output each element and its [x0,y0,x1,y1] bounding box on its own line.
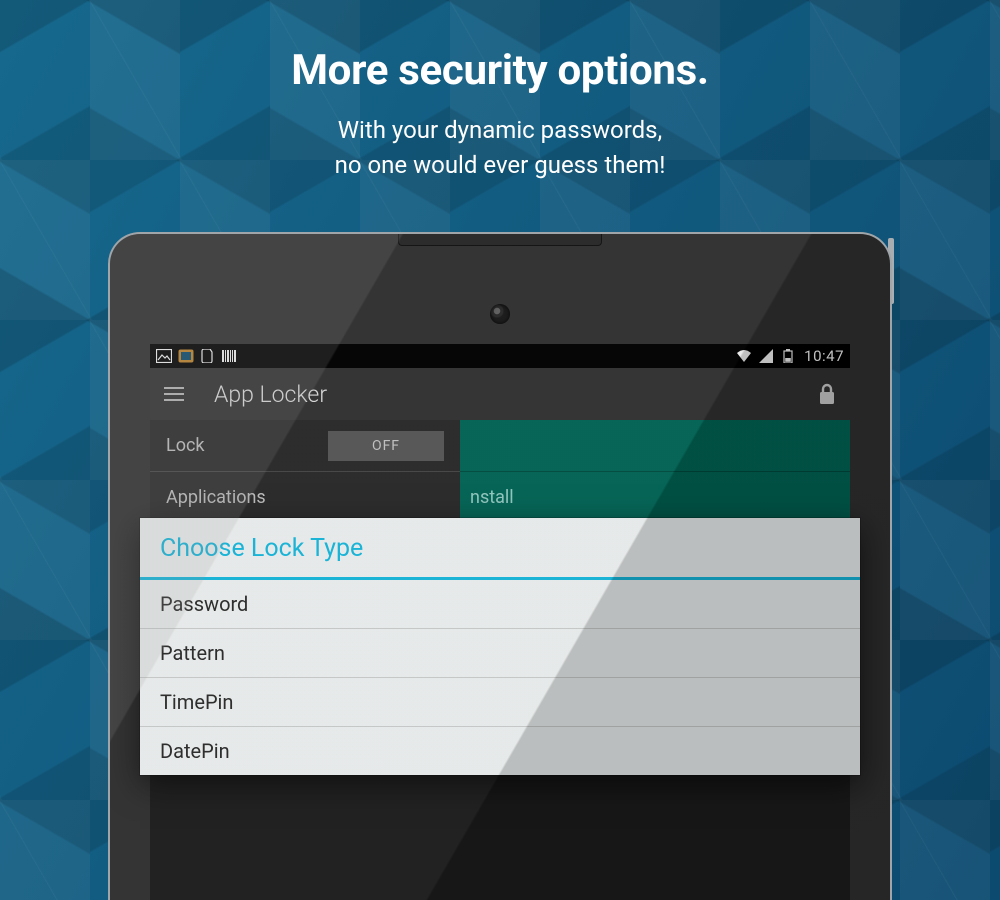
lock-toggle[interactable]: OFF [328,431,444,461]
right-row-install[interactable]: nstall [460,472,850,524]
lock-icon[interactable] [818,383,836,405]
status-bar-left-icons [156,349,238,363]
promo-subtitle: With your dynamic passwords, no one woul… [0,113,1000,183]
app-notification-icon [178,349,194,363]
status-bar-right-icons: 10:47 [736,347,844,365]
dialog-title: Choose Lock Type [140,518,860,580]
sidebar-item-applications[interactable]: Applications [150,472,460,524]
choose-lock-type-dialog: Choose Lock Type Password Pattern TimePi… [140,518,860,775]
lock-toggle-state: OFF [372,438,400,454]
sidebar-item-lock[interactable]: Lock OFF [150,420,460,472]
app-action-bar: App Locker [150,368,850,420]
sidebar-item-label: Lock [166,435,205,456]
sdcard-icon [200,349,216,363]
cell-signal-icon [758,349,774,363]
tablet-front-camera [490,304,510,324]
promo-title: More security options. [0,46,1000,95]
gallery-icon [156,349,172,363]
option-label: TimePin [160,690,233,714]
option-label: Password [160,592,248,616]
lock-type-option-datepin[interactable]: DatePin [140,727,860,775]
menu-icon[interactable] [164,387,184,401]
promo-subtitle-line1: With your dynamic passwords, [338,116,663,144]
app-title: App Locker [214,381,818,408]
tablet-frame: 10:47 App Locker Lock OFF [110,234,890,900]
wifi-icon [736,349,752,363]
lock-type-option-password[interactable]: Password [140,580,860,629]
lock-type-option-pattern[interactable]: Pattern [140,629,860,678]
tablet-speaker-slot [398,234,602,246]
lock-type-option-timepin[interactable]: TimePin [140,678,860,727]
android-status-bar: 10:47 [150,344,850,368]
option-label: DatePin [160,739,230,763]
barcode-icon [222,349,238,363]
promo-subtitle-line2: no one would ever guess them! [335,151,666,179]
right-row-label: nstall [470,487,514,508]
option-label: Pattern [160,641,225,665]
status-bar-clock: 10:47 [804,347,844,365]
battery-icon [780,349,796,363]
sidebar-item-label: Applications [166,487,266,508]
promo-text-block: More security options. With your dynamic… [0,46,1000,183]
right-row-blank-0 [460,420,850,472]
